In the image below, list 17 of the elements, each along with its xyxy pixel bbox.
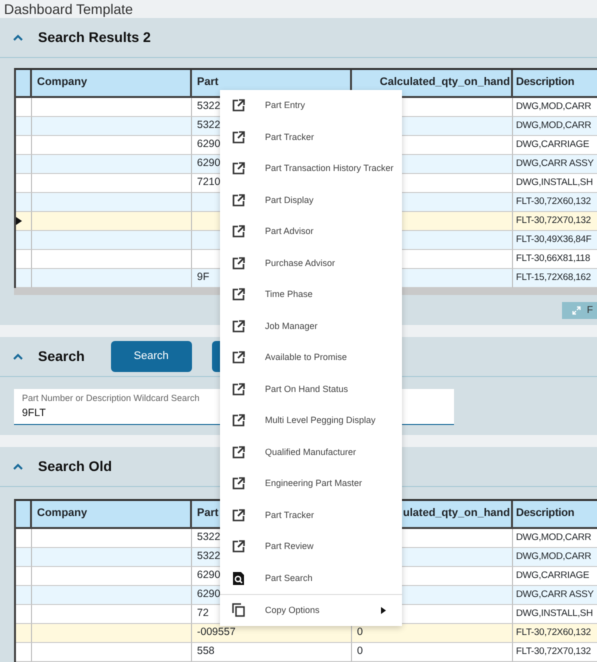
- table-cell: 0: [352, 643, 513, 662]
- column-header: Company: [32, 70, 192, 96]
- panel-title: Search: [38, 347, 85, 366]
- table-cell: FLT-30,72X60,132: [513, 624, 597, 644]
- table-cell: FLT-30,72X70,132: [513, 643, 597, 662]
- table-cell: DWG,CARR ASSY: [513, 155, 597, 174]
- column-header: Description: [513, 501, 597, 528]
- table-cell: DWG,CARR ASSY: [513, 586, 597, 606]
- page-title: Dashboard Template: [3, 0, 133, 18]
- table-cell: DWG,MOD,CARR: [513, 548, 597, 568]
- panel-title: Search Results 2: [38, 28, 151, 47]
- table-cell: DWG,MOD,CARR: [513, 117, 597, 136]
- table-cell: 558: [192, 643, 352, 662]
- column-header: Company: [32, 501, 192, 528]
- panel-title: Search Old: [38, 457, 112, 476]
- column-header: Description: [513, 70, 597, 96]
- table-cell: FLT-30,49X36,84F: [513, 231, 597, 250]
